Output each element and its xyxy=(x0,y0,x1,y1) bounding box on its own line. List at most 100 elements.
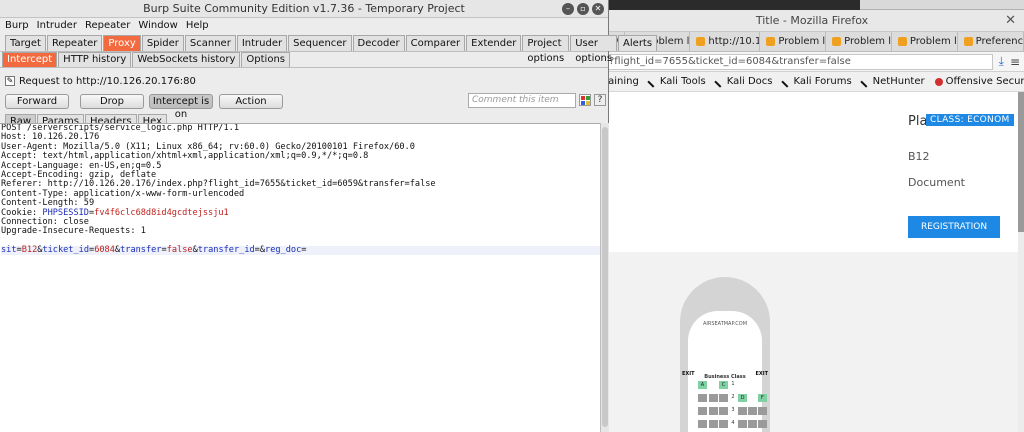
burp-titlebar: Burp Suite Community Edition v1.7.36 - T… xyxy=(0,0,608,18)
seat[interactable] xyxy=(738,407,747,415)
drop-button[interactable]: Drop xyxy=(80,93,144,109)
browser-tab[interactable]: Preferenc xyxy=(958,32,1024,51)
highlight-color-icon[interactable] xyxy=(579,94,591,106)
seat[interactable] xyxy=(748,420,757,428)
seat[interactable]: F xyxy=(758,394,767,402)
param-key: sit xyxy=(1,245,17,256)
seat[interactable] xyxy=(738,420,747,428)
intercept-toolbar: Forward Drop Intercept is on Action Comm… xyxy=(0,92,608,120)
seat[interactable] xyxy=(748,407,757,415)
seat-map: AIRSEATMAP.COM EXIT Business Class EXIT … xyxy=(680,277,770,432)
subtab-options[interactable]: Options xyxy=(241,52,290,67)
seat[interactable] xyxy=(698,407,707,415)
browser-tab[interactable]: http://10.126. xyxy=(690,32,761,51)
request-editor[interactable]: POST /serverscripts/service_logic.php HT… xyxy=(0,123,600,432)
main-tabs: Target Repeater Proxy Spider Scanner Intruder… xyxy=(0,35,658,64)
browser-tab-label: Problem l xyxy=(844,35,891,47)
close-icon[interactable]: ✕ xyxy=(1005,10,1016,32)
seat[interactable] xyxy=(709,407,718,415)
bookmark-nethunter[interactable]: NetHunter xyxy=(860,75,925,88)
tab-user-options[interactable]: User options xyxy=(570,35,618,64)
menu-item-repeater[interactable]: Repeater xyxy=(85,18,130,33)
subtab-http-history[interactable]: HTTP history xyxy=(58,52,132,67)
tab-target[interactable]: Target xyxy=(5,35,46,51)
tab-scanner[interactable]: Scanner xyxy=(184,35,236,51)
bookmark-label: Kali Tools xyxy=(659,76,706,87)
tab-intruder[interactable]: Intruder xyxy=(236,35,288,51)
burp-window: Burp Suite Community Edition v1.7.36 - T… xyxy=(0,0,658,432)
edit-icon: ✎ xyxy=(5,76,15,86)
browser-tab[interactable]: Problem l xyxy=(892,32,958,51)
action-button[interactable]: Action xyxy=(219,93,283,109)
page-scrollbar[interactable] xyxy=(1018,92,1024,432)
seat[interactable]: C xyxy=(719,381,728,389)
bookmark-raining[interactable]: raining xyxy=(604,76,639,87)
seat[interactable] xyxy=(719,394,728,402)
bookmark-kali-tools[interactable]: Kali Tools xyxy=(647,75,706,88)
maximize-icon[interactable]: ▫ xyxy=(577,3,589,15)
menu-item-burp[interactable]: Burp xyxy=(5,18,29,33)
tab-alerts[interactable]: Alerts xyxy=(618,35,658,51)
param-key: transfer xyxy=(120,245,162,256)
seat[interactable] xyxy=(698,394,707,402)
firefox-window: Title - Mozilla Firefox ✕ .9/Problem lht… xyxy=(600,10,1024,432)
registration-button[interactable]: REGISTRATION xyxy=(908,216,1000,238)
url-bar[interactable]: ?flight_id=7655&ticket_id=6084&transfer=… xyxy=(604,53,993,70)
param-value: B12 xyxy=(21,245,38,256)
minimize-icon[interactable]: – xyxy=(562,3,574,15)
seat[interactable] xyxy=(758,420,767,428)
tab-comparer[interactable]: Comparer xyxy=(405,35,466,51)
browser-tab[interactable]: Problem l xyxy=(760,32,827,51)
bookmark-icon xyxy=(780,75,793,88)
tab-proxy[interactable]: Proxy xyxy=(103,35,141,51)
page-content: Pla CLASS: ECONOM B12 Document REGISTRAT… xyxy=(600,92,1024,432)
tab-decoder[interactable]: Decoder xyxy=(352,35,405,51)
param-key: transfer_id xyxy=(197,245,255,256)
browser-tab-label: Preferenc xyxy=(975,35,1024,47)
bookmark-label: raining xyxy=(604,76,639,87)
tab-project-options[interactable]: Project options xyxy=(522,35,570,64)
browser-tab[interactable]: Problem l xyxy=(826,32,892,51)
bookmark-kali-forums[interactable]: Kali Forums xyxy=(780,75,852,88)
bookmark-offensive-security[interactable]: Offensive Security xyxy=(934,76,1024,87)
scrollbar-thumb[interactable] xyxy=(602,127,608,427)
proxy-subtabs: Intercept HTTP history WebSockets history O… xyxy=(0,51,608,68)
seat[interactable]: A xyxy=(698,381,707,389)
scrollbar-thumb[interactable] xyxy=(1018,92,1024,232)
burp-title: Burp Suite Community Edition v1.7.36 - T… xyxy=(143,2,465,15)
seat[interactable] xyxy=(698,420,707,428)
seat[interactable] xyxy=(719,420,728,428)
seat[interactable] xyxy=(709,420,718,428)
menu-item-intruder[interactable]: Intruder xyxy=(37,18,77,33)
tab-spider[interactable]: Spider xyxy=(141,35,184,51)
editor-scrollbar[interactable] xyxy=(600,123,609,432)
subtab-intercept[interactable]: Intercept xyxy=(2,52,58,67)
param-key: ticket_id xyxy=(42,245,90,256)
seat[interactable]: D xyxy=(738,394,747,402)
seat[interactable] xyxy=(719,407,728,415)
comment-input[interactable]: Comment this item xyxy=(468,93,576,108)
intercept-toggle-button[interactable]: Intercept is on xyxy=(149,93,213,120)
forward-button[interactable]: Forward xyxy=(5,93,69,109)
seat[interactable] xyxy=(758,407,767,415)
menu-item-help[interactable]: Help xyxy=(186,18,209,33)
equals-sign: = xyxy=(301,245,307,256)
favicon-icon xyxy=(897,37,907,46)
booking-card: Pla CLASS: ECONOM B12 Document REGISTRAT… xyxy=(600,92,1024,252)
close-icon[interactable]: ✕ xyxy=(592,3,604,15)
row-number: 2 xyxy=(731,394,735,400)
tab-repeater[interactable]: Repeater xyxy=(46,35,103,51)
bookmark-kali-docs[interactable]: Kali Docs xyxy=(714,75,773,88)
seat[interactable] xyxy=(709,394,718,402)
download-icon[interactable]: ⤓ xyxy=(999,54,1004,69)
cookie-value: fv4f6clc68d8id4gcdtejssju1 xyxy=(94,207,229,218)
browser-tab-label: Problem l xyxy=(909,35,957,47)
tab-extender[interactable]: Extender xyxy=(466,35,522,51)
menu-bar: Burp Intruder Repeater Window Help xyxy=(0,18,608,33)
tab-sequencer[interactable]: Sequencer xyxy=(288,35,352,51)
menu-icon[interactable]: ≡ xyxy=(1010,55,1020,69)
help-icon[interactable]: ? xyxy=(594,94,606,106)
seatmap-logo: AIRSEATMAP.COM xyxy=(702,321,748,327)
menu-item-window[interactable]: Window xyxy=(138,18,177,33)
subtab-websockets-history[interactable]: WebSockets history xyxy=(132,52,241,67)
